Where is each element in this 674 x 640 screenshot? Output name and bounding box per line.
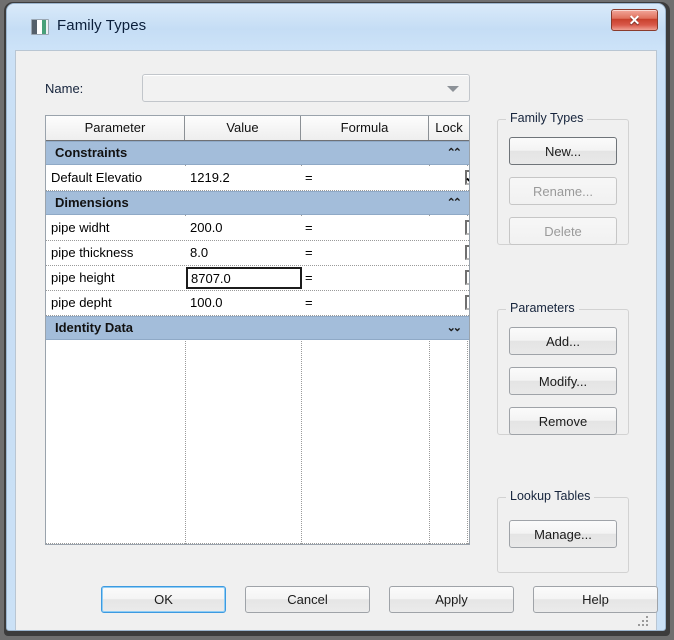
grid-row[interactable]: pipe depht 100.0 =	[46, 291, 469, 316]
window-title: Family Types	[57, 17, 147, 34]
cell-lock[interactable]	[429, 216, 469, 240]
name-label: Name:	[45, 81, 84, 96]
family-file-icon	[31, 19, 49, 35]
cell-lock[interactable]	[429, 291, 469, 315]
column-header-formula[interactable]: Formula	[301, 116, 429, 140]
panel-title-parameters: Parameters	[506, 301, 579, 315]
grid-group-header[interactable]: Identity Data ⌄⌄	[46, 316, 469, 340]
grid-group-header[interactable]: Constraints ⌃⌃	[46, 141, 469, 165]
panel-parameters: Parameters Add... Modify... Remove	[497, 301, 629, 435]
cell-parameter[interactable]: pipe thickness	[51, 241, 185, 265]
grid-row[interactable]: pipe height =	[46, 266, 469, 291]
cell-lock[interactable]	[429, 166, 469, 190]
cell-formula[interactable]: =	[305, 166, 429, 190]
resize-grip-dot	[638, 624, 640, 626]
cell-value[interactable]: 1219.2	[190, 166, 301, 190]
double-chevron-down-icon[interactable]: ⌄⌄	[447, 317, 463, 339]
close-icon: ✕	[628, 12, 641, 28]
close-button[interactable]: ✕	[611, 9, 658, 31]
grid-row[interactable]: Default Elevatio 1219.2 =	[46, 166, 469, 191]
cell-formula[interactable]: =	[305, 241, 429, 265]
manage-lookup-tables-button[interactable]: Manage...	[509, 520, 617, 548]
grid-bottom-border	[46, 543, 469, 544]
modify-parameter-button[interactable]: Modify...	[509, 367, 617, 395]
cell-value[interactable]: 100.0	[190, 291, 301, 315]
panel-title-family-types: Family Types	[506, 111, 588, 125]
cell-lock[interactable]	[429, 266, 469, 290]
cell-value[interactable]: 200.0	[190, 216, 301, 240]
cell-value[interactable]: 8.0	[190, 241, 301, 265]
family-types-dialog: Family Types ✕ Name: Parameter Value For…	[6, 3, 666, 631]
grid-group-label: Dimensions	[55, 195, 129, 210]
cell-lock[interactable]	[429, 241, 469, 265]
resize-grip-dot	[646, 616, 648, 618]
cell-formula[interactable]: =	[305, 291, 429, 315]
resize-grip[interactable]	[638, 616, 650, 628]
family-type-name-combobox[interactable]	[142, 74, 470, 102]
cell-parameter[interactable]: Default Elevatio	[51, 166, 185, 190]
resize-grip-dot	[646, 620, 648, 622]
desktop-background: Family Types ✕ Name: Parameter Value For…	[0, 0, 674, 640]
cell-formula[interactable]: =	[305, 216, 429, 240]
new-button[interactable]: New...	[509, 137, 617, 165]
lock-checkbox[interactable]	[465, 270, 469, 285]
value-input[interactable]	[188, 269, 300, 287]
chevron-down-icon[interactable]	[447, 86, 459, 92]
column-header-lock[interactable]: Lock	[429, 116, 469, 140]
grid-body: Constraints ⌃⌃ Default Elevatio 1219.2 = Dime…	[46, 141, 469, 544]
grid-group-header[interactable]: Dimensions ⌃⌃	[46, 191, 469, 215]
column-header-parameter[interactable]: Parameter	[46, 116, 185, 140]
panel-title-lookup-tables: Lookup Tables	[506, 489, 595, 503]
help-button[interactable]: Help	[533, 586, 658, 613]
resize-grip-dot	[642, 624, 644, 626]
column-header-value[interactable]: Value	[185, 116, 301, 140]
add-parameter-button[interactable]: Add...	[509, 327, 617, 355]
lock-checkbox[interactable]	[465, 245, 469, 260]
cell-formula[interactable]: =	[305, 266, 429, 290]
cell-parameter[interactable]: pipe widht	[51, 216, 185, 240]
resize-grip-dot	[646, 624, 648, 626]
panel-lookup-tables: Lookup Tables Manage...	[497, 489, 629, 573]
dialog-client-area: Name: Parameter Value Formula Lock Const…	[15, 50, 658, 623]
double-chevron-up-icon[interactable]: ⌃⌃	[447, 192, 463, 214]
cell-parameter[interactable]: pipe height	[51, 266, 185, 290]
grid-row[interactable]: pipe thickness 8.0 =	[46, 241, 469, 266]
grid-group-label: Identity Data	[55, 320, 134, 335]
parameter-grid: Parameter Value Formula Lock Constraints…	[45, 115, 470, 545]
grid-group-label: Constraints	[55, 145, 128, 160]
cell-parameter[interactable]: pipe depht	[51, 291, 185, 315]
double-chevron-up-icon[interactable]: ⌃⌃	[447, 142, 463, 164]
ok-button[interactable]: OK	[101, 586, 226, 613]
panel-family-types: Family Types New... Rename... Delete	[497, 111, 629, 245]
delete-button: Delete	[509, 217, 617, 245]
grid-header-row: Parameter Value Formula Lock	[46, 116, 469, 141]
lock-checkbox-checked[interactable]	[465, 170, 469, 185]
lock-checkbox[interactable]	[465, 220, 469, 235]
cancel-button[interactable]: Cancel	[245, 586, 370, 613]
grid-row[interactable]: pipe widht 200.0 =	[46, 216, 469, 241]
dialog-footer-edge	[15, 616, 657, 630]
apply-button[interactable]: Apply	[389, 586, 514, 613]
title-bar: Family Types ✕	[7, 4, 665, 50]
remove-parameter-button[interactable]: Remove	[509, 407, 617, 435]
cell-value-editing[interactable]	[186, 267, 302, 289]
lock-checkbox[interactable]	[465, 295, 469, 310]
resize-grip-dot	[642, 620, 644, 622]
rename-button: Rename...	[509, 177, 617, 205]
name-input[interactable]	[143, 75, 443, 101]
